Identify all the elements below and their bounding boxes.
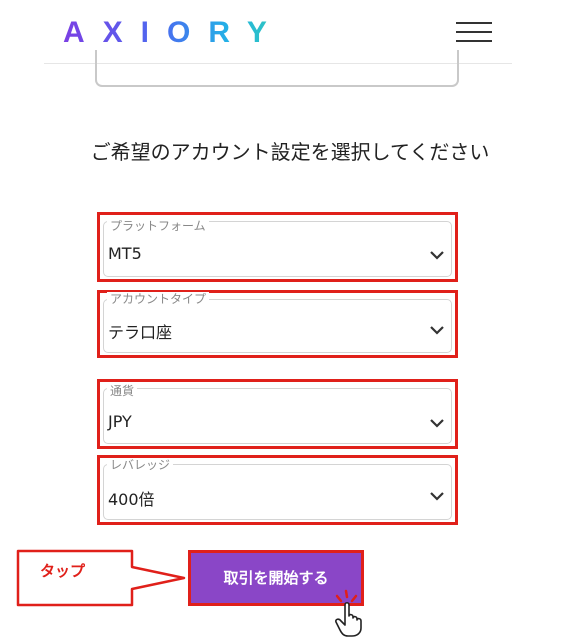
leverage-label: レバレッジ xyxy=(107,458,174,472)
account-type-select[interactable]: アカウントタイプ テラ口座 xyxy=(97,290,458,358)
hamburger-menu-icon[interactable] xyxy=(456,20,492,44)
platform-value: MT5 xyxy=(108,244,142,263)
currency-label: 通貨 xyxy=(107,384,138,398)
chevron-down-icon xyxy=(430,419,444,428)
tap-hand-icon xyxy=(335,589,362,637)
chevron-down-icon xyxy=(430,492,444,501)
previous-input-field[interactable] xyxy=(95,50,459,87)
chevron-down-icon xyxy=(430,251,444,260)
account-type-label: アカウントタイプ xyxy=(107,292,210,306)
tap-callout-text: タップ xyxy=(40,562,86,580)
leverage-select[interactable]: レバレッジ 400倍 xyxy=(97,455,458,525)
chevron-down-icon xyxy=(430,326,444,335)
account-type-value: テラ口座 xyxy=(108,323,173,342)
axiory-logo[interactable]: AXIORY xyxy=(63,13,285,53)
page-heading: ご希望のアカウント設定を選択してください xyxy=(90,140,490,164)
leverage-value: 400倍 xyxy=(108,490,155,509)
platform-label: プラットフォーム xyxy=(107,219,209,233)
currency-value: JPY xyxy=(108,412,132,431)
platform-select[interactable]: プラットフォーム MT5 xyxy=(97,212,458,282)
currency-select[interactable]: 通貨 JPY xyxy=(97,379,458,449)
